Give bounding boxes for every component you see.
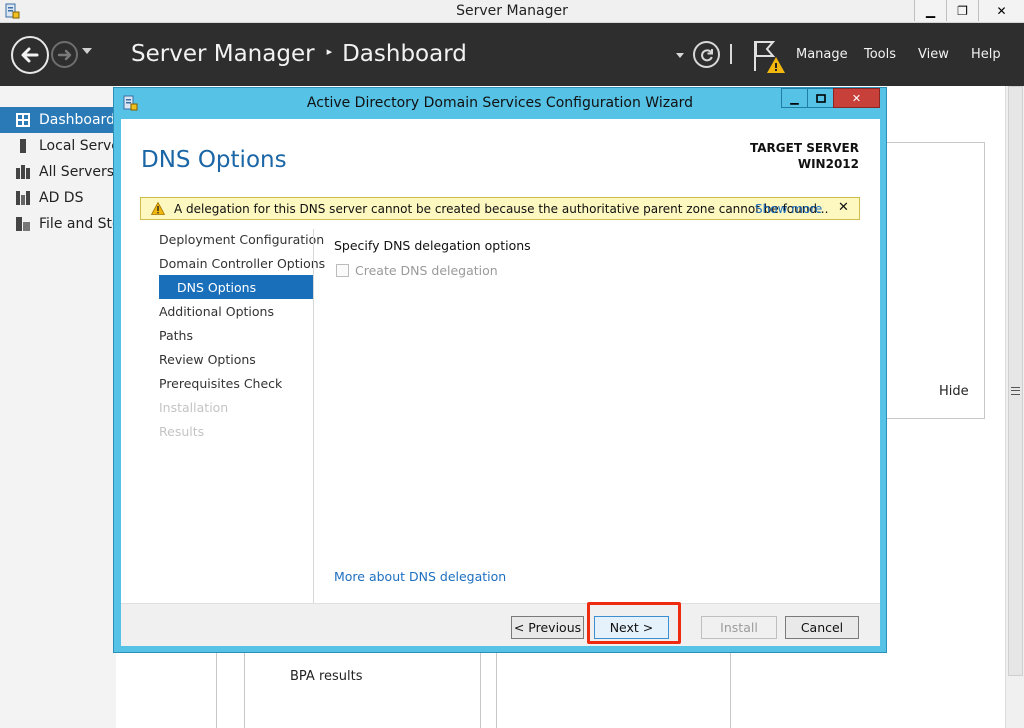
background-divider <box>216 653 217 728</box>
target-server-label: TARGET SERVER <box>750 141 859 155</box>
sidebar-item-dashboard[interactable]: Dashboard <box>0 107 116 133</box>
notifications-flag-warning-icon[interactable] <box>751 39 787 75</box>
wizard-titlebar: Active Directory Domain Services Configu… <box>114 88 886 118</box>
menu-view[interactable]: View <box>918 47 949 62</box>
step-prerequisites-check[interactable]: Prerequisites Check <box>159 371 313 395</box>
close-button[interactable]: ✕ <box>978 0 1024 21</box>
history-dropdown-icon[interactable] <box>82 48 92 54</box>
scrollbar-thumb[interactable] <box>1008 86 1023 676</box>
window-title: Server Manager <box>456 3 568 19</box>
wizard-minimize-button[interactable]: ▁ <box>781 88 808 108</box>
sidebar-item-label: Dashboard <box>39 112 115 128</box>
arrow-right-icon <box>57 49 71 60</box>
steps-divider <box>313 229 314 603</box>
sidebar-item-file-storage[interactable]: File and Storage Services <box>0 211 116 237</box>
breadcrumb-page: Dashboard <box>342 41 467 67</box>
wizard-maximize-button[interactable] <box>807 88 834 108</box>
server-manager-header: Server Manager ▸ Dashboard Manage Tools Vi… <box>0 23 1024 86</box>
section-heading: Specify DNS delegation options <box>334 238 531 253</box>
background-divider <box>244 653 245 728</box>
install-button: Install <box>701 616 777 639</box>
hide-link[interactable]: Hide <box>939 384 969 399</box>
breadcrumb-separator-icon: ▸ <box>326 45 333 58</box>
maximize-icon <box>815 93 826 103</box>
ad-ds-configuration-wizard: Active Directory Domain Services Configu… <box>113 87 887 653</box>
sidebar-item-label: File and Storage Services <box>39 216 116 232</box>
step-results: Results <box>159 423 205 439</box>
menu-manage[interactable]: Manage <box>796 47 848 62</box>
wizard-body: DNS Options TARGET SERVER WIN2012 A dele… <box>121 119 880 603</box>
dashboard-icon <box>16 113 30 127</box>
scrollbar-grip-icon <box>1011 387 1020 395</box>
minimize-button[interactable]: ▁ <box>914 0 946 21</box>
refresh-button[interactable] <box>693 41 720 68</box>
forward-button[interactable] <box>51 41 78 68</box>
sidebar-item-label: AD DS <box>39 190 84 206</box>
wizard-title: Active Directory Domain Services Configu… <box>306 95 694 111</box>
next-button-highlight <box>587 602 681 644</box>
sidebar-item-local-server[interactable]: Local Server <box>0 133 116 159</box>
sidebar-item-ad-ds[interactable]: AD DS <box>0 185 116 211</box>
sidebar-item-label: All Servers <box>39 164 115 180</box>
sidebar: Dashboard Local Server All Servers AD DS… <box>0 86 116 728</box>
checkbox-box[interactable] <box>336 264 349 277</box>
sidebar-item-all-servers[interactable]: All Servers <box>0 159 116 185</box>
menu-help[interactable]: Help <box>971 47 1001 62</box>
sidebar-item-label: Local Server <box>39 138 116 154</box>
previous-button[interactable]: < Previous <box>511 616 584 639</box>
wizard-footer: < Previous Next > Install Cancel <box>121 603 880 646</box>
cancel-button[interactable]: Cancel <box>785 616 859 639</box>
breadcrumb: Server Manager ▸ Dashboard <box>131 41 467 67</box>
warning-close-button[interactable]: ✕ <box>838 200 849 215</box>
arrow-left-icon <box>21 47 39 63</box>
wizard-window-controls: ▁ ✕ <box>781 88 880 108</box>
background-welcome-panel <box>880 142 985 419</box>
step-installation: Installation <box>159 399 229 415</box>
local-server-icon <box>20 139 26 153</box>
refresh-icon <box>700 48 713 61</box>
step-paths[interactable]: Paths <box>159 323 313 347</box>
step-additional-options[interactable]: Additional Options <box>159 299 313 323</box>
show-more-link[interactable]: Show more <box>755 202 822 216</box>
background-divider <box>480 653 481 728</box>
background-divider <box>730 653 731 728</box>
page-title: DNS Options <box>141 147 287 173</box>
restore-button[interactable]: ❐ <box>946 0 978 21</box>
step-domain-controller-options[interactable]: Domain Controller Options <box>159 251 325 275</box>
more-about-dns-delegation-link[interactable]: More about DNS delegation <box>334 569 506 584</box>
step-deployment-configuration[interactable]: Deployment Configuration <box>159 227 324 251</box>
step-dns-options[interactable]: DNS Options <box>159 275 313 299</box>
main-scrollbar[interactable] <box>1005 86 1024 728</box>
wizard-close-button[interactable]: ✕ <box>833 88 880 108</box>
all-servers-icon <box>16 165 30 179</box>
background-divider <box>496 653 497 728</box>
step-review-options[interactable]: Review Options <box>159 347 313 371</box>
window-titlebar: Server Manager ▁ ❐ ✕ <box>0 0 1024 23</box>
menu-tools[interactable]: Tools <box>864 47 896 62</box>
header-divider <box>730 44 732 64</box>
back-button[interactable] <box>11 36 49 74</box>
breadcrumb-app[interactable]: Server Manager <box>131 41 315 67</box>
checkbox-label: Create DNS delegation <box>355 263 498 278</box>
create-dns-delegation-checkbox[interactable]: Create DNS delegation <box>336 263 498 278</box>
ad-ds-icon <box>16 191 30 205</box>
target-server-name: WIN2012 <box>797 157 859 171</box>
header-dropdown-icon[interactable] <box>676 53 684 58</box>
warning-banner: A delegation for this DNS server cannot … <box>140 197 860 220</box>
bpa-results-label: BPA results <box>290 669 363 684</box>
window-controls: ▁ ❐ ✕ <box>914 0 1024 21</box>
warning-icon <box>151 202 165 215</box>
file-storage-icon <box>16 217 30 231</box>
warning-message: A delegation for this DNS server cannot … <box>174 202 829 216</box>
